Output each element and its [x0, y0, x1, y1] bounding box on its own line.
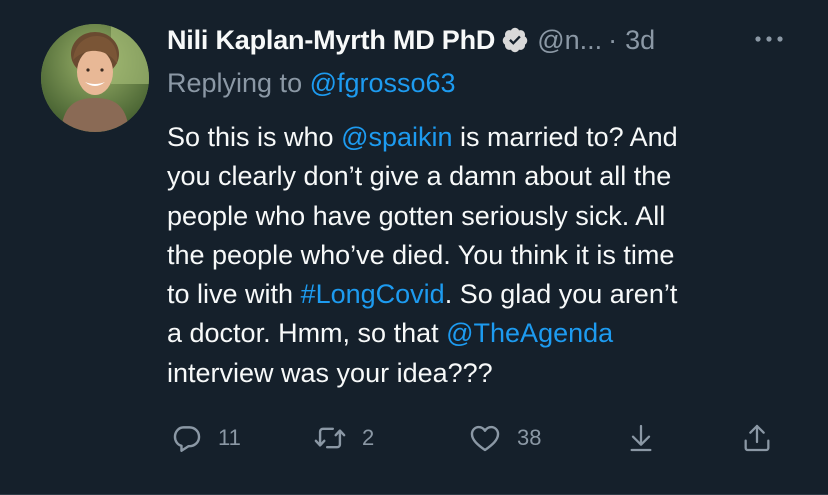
- hashtag-link[interactable]: #LongCovid: [301, 279, 445, 309]
- tweet-text: to live with: [167, 279, 301, 310]
- tweet-text: you clearly don’t give a damn about all …: [167, 161, 672, 192]
- tweet-text-line: you clearly don’t give a damn about all …: [167, 157, 807, 196]
- tweet-text-line: people who have gotten seriously sick. A…: [167, 197, 807, 236]
- tweet-text-line: interview was your idea???: [167, 354, 807, 393]
- verified-badge-icon: [501, 26, 529, 54]
- tweet-text: So this is who: [167, 122, 342, 152]
- tweet-body: So this is who @spaikin is married to? A…: [167, 118, 807, 393]
- tweet-text: a doctor. Hmm, so that: [167, 318, 447, 349]
- like-count: 38: [517, 425, 542, 450]
- tweet-text: is married to? And: [452, 122, 678, 152]
- tweet-text: interview was your idea???: [167, 357, 493, 388]
- retweet-icon: [312, 421, 348, 455]
- tweet-text: the people who’ve died. You think it is …: [167, 239, 675, 270]
- avatar[interactable]: [41, 24, 149, 132]
- tweet-text-line: to live with #LongCovid. So glad you are…: [167, 275, 807, 314]
- tweet-text: . So glad you aren’t: [444, 279, 678, 310]
- download-button[interactable]: [625, 418, 657, 458]
- mention-link[interactable]: @spaikin: [341, 122, 452, 152]
- share-icon: [741, 421, 773, 455]
- reply-count: 11: [218, 425, 241, 450]
- reply-to-mention[interactable]: @fgrosso63: [310, 68, 456, 98]
- mention-link[interactable]: @TheAgenda: [446, 318, 613, 348]
- reply-button[interactable]: 11: [170, 418, 241, 458]
- replying-to-line: Replying to @fgrosso63: [167, 68, 456, 99]
- reply-icon: [170, 421, 204, 455]
- replying-to-label: Replying to: [167, 68, 310, 98]
- tweet-text-line: a doctor. Hmm, so that @TheAgenda: [167, 314, 807, 353]
- tweet-text: people who have gotten seriously sick. A…: [167, 200, 666, 231]
- tweet[interactable]: Nili Kaplan-Myrth MD PhD @n... · 3d Repl…: [0, 0, 828, 495]
- share-button[interactable]: [741, 418, 773, 458]
- heart-icon: [467, 421, 503, 455]
- separator-dot: ·: [608, 24, 618, 55]
- download-icon: [625, 421, 657, 455]
- tweet-text-line: So this is who @spaikin is married to? A…: [167, 118, 807, 157]
- tweet-actions: 11 2 38: [0, 418, 828, 458]
- tweet-text-line: the people who’ve died. You think it is …: [167, 236, 807, 275]
- like-button[interactable]: 38: [467, 418, 541, 458]
- tweet-timestamp[interactable]: 3d: [625, 25, 655, 56]
- more-icon[interactable]: [752, 27, 786, 51]
- tweet-header: Nili Kaplan-Myrth MD PhD @n... · 3d: [167, 22, 655, 58]
- retweet-count: 2: [362, 425, 375, 450]
- author-name[interactable]: Nili Kaplan-Myrth MD PhD: [167, 25, 495, 56]
- author-handle[interactable]: @n...: [537, 25, 602, 56]
- retweet-button[interactable]: 2: [312, 418, 374, 458]
